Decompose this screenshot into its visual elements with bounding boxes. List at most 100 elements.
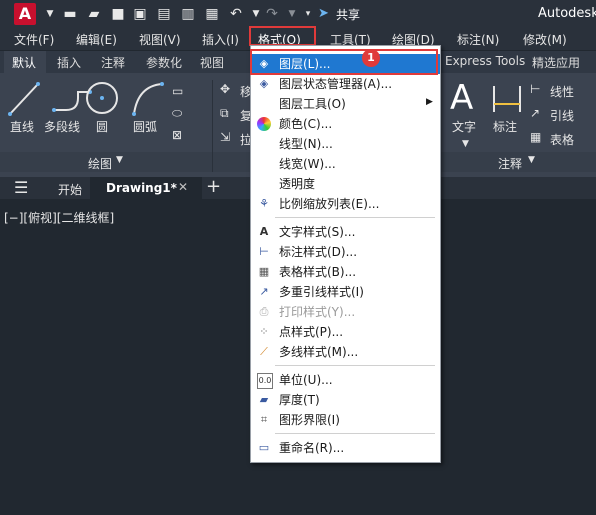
app-menu-chevron-icon[interactable]: ▼ <box>42 6 58 22</box>
menu-item-rename[interactable]: ▭ 重命名(R)... <box>251 438 440 458</box>
menu-item-dimension-style[interactable]: ⊢ 标注样式(D)... <box>251 242 440 262</box>
submenu-arrow-icon: ▶ <box>426 97 433 107</box>
print-icon[interactable]: ▦ <box>204 6 220 22</box>
save-icon[interactable]: ■ <box>110 6 126 22</box>
menu-item-thickness[interactable]: ▰ 厚度(T) <box>251 390 440 410</box>
menu-item-table-style[interactable]: ▦ 表格样式(B)... <box>251 262 440 282</box>
redo-icon[interactable]: ↷ <box>264 6 280 22</box>
mline-style-icon: ⟋ <box>260 345 268 358</box>
move-icon[interactable]: ✥ <box>220 82 230 96</box>
color-wheel-icon <box>257 117 271 131</box>
copy-icon[interactable]: ⧉ <box>220 106 229 121</box>
tab-insert[interactable]: 插入 <box>57 54 81 71</box>
tab-default[interactable]: 默认 <box>12 54 36 71</box>
mleader-style-icon: ↗ <box>259 285 269 298</box>
tool-circle[interactable]: 圆 <box>96 118 108 135</box>
menu-dimension[interactable]: 标注(N) <box>457 31 499 48</box>
text-tool-icon[interactable]: A <box>450 78 473 118</box>
units-icon: 0.0 <box>257 373 273 389</box>
menu-modify[interactable]: 修改(M) <box>523 31 567 48</box>
panel-divider <box>212 80 213 172</box>
tab-drawing1[interactable]: Drawing1* <box>106 181 177 195</box>
menu-item-mleader-style[interactable]: ↗ 多重引线样式(I) <box>251 282 440 302</box>
app-logo[interactable]: A <box>14 3 36 25</box>
menu-item-units[interactable]: 0.0 单位(U)... <box>251 370 440 390</box>
rename-icon: ▭ <box>258 441 270 454</box>
share-button[interactable]: 共享 <box>336 6 360 23</box>
leader-icon[interactable]: ↗ <box>530 106 540 120</box>
open-folder-icon[interactable]: ▰ <box>86 6 102 22</box>
share-icon[interactable]: ➤ <box>318 6 329 21</box>
menu-item-drawing-limits[interactable]: ⌗ 图形界限(I) <box>251 410 440 430</box>
menu-separator <box>275 217 435 218</box>
publish-icon[interactable]: ▤ <box>156 6 172 22</box>
app-title: Autodesk <box>538 6 596 21</box>
tab-view[interactable]: 视图 <box>200 54 224 71</box>
menu-separator <box>275 365 435 366</box>
customize-qat-icon[interactable]: ▾ <box>300 6 316 22</box>
tool-polyline[interactable]: 多段线 <box>44 118 80 135</box>
close-tab-icon[interactable]: ✕ <box>178 180 188 194</box>
menu-insert[interactable]: 插入(I) <box>202 31 239 48</box>
hamburger-menu-icon[interactable]: ☰ <box>14 178 28 197</box>
ellipse-icon[interactable]: ⬭ <box>172 106 182 121</box>
tab-parametric[interactable]: 参数化 <box>146 54 182 71</box>
hatch-icon[interactable]: ⊠ <box>172 128 182 142</box>
menu-item-text-style[interactable]: A 文字样式(S)... <box>251 222 440 242</box>
menu-item-layer-state-manager[interactable]: ◈ 图层状态管理器(A)... <box>251 74 440 94</box>
new-tab-plus-icon[interactable]: + <box>206 176 221 197</box>
dim-style-icon: ⊢ <box>259 245 269 258</box>
save-as-icon[interactable]: ▣ <box>132 6 148 22</box>
layer-item-highlight-box <box>250 49 438 75</box>
tool-table[interactable]: 表格 <box>550 131 574 148</box>
format-menu-highlight-box <box>249 26 316 46</box>
stretch-icon[interactable]: ⇲ <box>220 130 230 144</box>
menu-item-color[interactable]: 颜色(C)... <box>251 114 440 134</box>
menu-item-scale-list[interactable]: ⚘ 比例缩放列表(E)... <box>251 194 440 214</box>
tab-annotate[interactable]: 注释 <box>101 54 125 71</box>
tab-start[interactable]: 开始 <box>58 181 82 198</box>
new-file-icon[interactable]: ▬ <box>62 6 78 22</box>
menu-item-multiline-style[interactable]: ⟋ 多线样式(M)... <box>251 342 440 362</box>
table-icon[interactable]: ▦ <box>530 130 541 144</box>
tool-dimension[interactable]: 标注 <box>493 118 517 135</box>
format-dropdown-menu: ◈ 图层(L)... ◈ 图层状态管理器(A)... 图层工具(O) 颜色(C)… <box>250 45 441 463</box>
dimension-tool-icon[interactable] <box>490 82 524 116</box>
menu-separator <box>275 433 435 434</box>
layer-state-icon: ◈ <box>259 77 269 90</box>
tool-leader[interactable]: 引线 <box>550 107 574 124</box>
menu-file[interactable]: 文件(F) <box>14 31 54 48</box>
menu-view[interactable]: 视图(V) <box>139 31 181 48</box>
tool-arc[interactable]: 圆弧 <box>133 118 157 135</box>
tab-express-tools[interactable]: Express Tools <box>445 54 525 68</box>
tool-text[interactable]: 文字 <box>452 118 476 135</box>
menu-item-plot-style[interactable]: ⎙ 打印样式(Y)... <box>251 302 440 322</box>
redo-chevron-icon[interactable]: ▼ <box>284 6 300 22</box>
plot-style-icon: ⎙ <box>259 305 269 318</box>
point-style-icon: ⁘ <box>259 325 269 338</box>
panel-label-annotation[interactable]: 注释 <box>498 155 522 172</box>
menu-item-transparency[interactable]: 透明度 <box>251 174 440 194</box>
viewport-controls-label[interactable]: [−][俯视][二维线框] <box>4 209 114 226</box>
linear-dim-icon[interactable]: ⊢ <box>530 82 540 96</box>
text-chevron-icon[interactable]: ▼ <box>462 139 469 149</box>
scale-list-icon: ⚘ <box>259 197 269 210</box>
rectangle-icon[interactable]: ▭ <box>172 84 183 98</box>
panel-draw-chevron-icon[interactable]: ▼ <box>116 155 123 165</box>
panel-label-draw[interactable]: 绘图 <box>88 155 112 172</box>
thickness-icon: ▰ <box>259 393 269 406</box>
limits-icon: ⌗ <box>260 413 268 426</box>
text-style-icon: A <box>259 225 269 238</box>
menu-item-lineweight[interactable]: 线宽(W)... <box>251 154 440 174</box>
tab-featured-apps[interactable]: 精选应用 <box>532 54 580 71</box>
undo-chevron-icon[interactable]: ▼ <box>248 6 264 22</box>
menu-edit[interactable]: 编辑(E) <box>76 31 117 48</box>
tool-line[interactable]: 直线 <box>10 118 34 135</box>
menu-item-point-style[interactable]: ⁘ 点样式(P)... <box>251 322 440 342</box>
menu-item-linetype[interactable]: 线型(N)... <box>251 134 440 154</box>
panel-annotation-chevron-icon[interactable]: ▼ <box>528 155 535 165</box>
upload-icon[interactable]: ▥ <box>180 6 196 22</box>
tool-linear[interactable]: 线性 <box>550 83 574 100</box>
undo-icon[interactable]: ↶ <box>228 6 244 22</box>
menu-item-layer-tools[interactable]: 图层工具(O) <box>251 94 440 114</box>
